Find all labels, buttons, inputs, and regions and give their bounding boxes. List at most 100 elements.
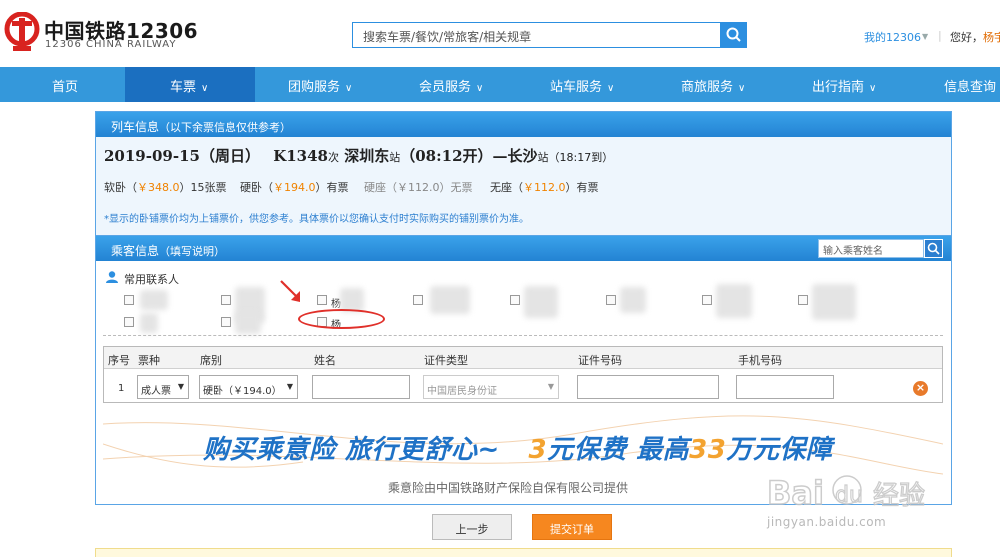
- seat-name: 软卧: [104, 181, 126, 194]
- contact-checkbox[interactable]: [702, 295, 712, 305]
- chevron-down-icon[interactable]: ▼: [922, 32, 928, 41]
- contact-checkbox[interactable]: [124, 317, 134, 327]
- seat-price: ￥112.0: [397, 181, 440, 194]
- contact-name-redacted: [140, 313, 158, 333]
- dropdown-arrow-icon: ▼: [177, 382, 184, 391]
- nav-home[interactable]: 首页: [52, 67, 78, 102]
- contact-checkbox[interactable]: [221, 317, 231, 327]
- contact-name-redacted: [620, 287, 646, 313]
- brand-name-en: 12306 CHINA RAILWAY: [45, 39, 177, 50]
- col-index: 序号: [108, 354, 130, 367]
- user-greeting: 您好，杨宇: [950, 29, 1000, 45]
- depart-time: （08:12开）: [400, 147, 493, 165]
- svg-text:经验: 经验: [873, 481, 925, 511]
- train-number: K1348: [273, 147, 328, 165]
- id-type-select[interactable]: 中国居民身份证 ▼: [423, 375, 559, 399]
- nav-business-label: 商旅服务: [681, 80, 734, 95]
- contact-name-redacted: [812, 284, 856, 320]
- headline-part: 元保费 最高: [547, 435, 690, 465]
- search-button[interactable]: [720, 22, 747, 48]
- chevron-down-icon: ∨: [738, 83, 746, 94]
- site-search-input[interactable]: 搜索车票/餐饮/常旅客/相关规章: [352, 22, 720, 48]
- nav-business-travel[interactable]: 商旅服务 ∨: [681, 67, 745, 102]
- seat-no-seat: 无座（￥112.0）有票: [490, 181, 599, 194]
- insurance-headline: 购买乘意险 旅行更舒心~ 3元保费 最高33万元保障: [203, 429, 832, 466]
- station-suffix: 站: [537, 151, 549, 164]
- nav-home-label: 首页: [52, 80, 79, 95]
- train-number-suffix: 次: [327, 151, 339, 164]
- nav-guide-label: 出行指南: [812, 80, 865, 95]
- panel-title-note: （以下余票信息仅供参考）: [159, 121, 292, 134]
- contact-checkbox[interactable]: [510, 295, 520, 305]
- submit-order-button[interactable]: 提交订单: [532, 514, 612, 540]
- arrive-time: （18:17到）: [548, 151, 614, 164]
- nav-group-service[interactable]: 团购服务 ∨: [288, 67, 352, 102]
- train-info-body: 2019-09-15（周日） K1348次 深圳东站（08:12开）—长沙站（1…: [96, 137, 951, 237]
- panel-title: 乘客信息: [111, 244, 160, 258]
- col-name: 姓名: [314, 354, 336, 367]
- contact-checkbox[interactable]: [606, 295, 616, 305]
- nav-station-service[interactable]: 站车服务 ∨: [550, 67, 614, 102]
- seat-price: ￥112.0: [523, 181, 566, 194]
- insurance-provider: 乘意险由中国铁路财产保险自保有限公司提供: [388, 481, 629, 495]
- nav-tickets[interactable]: 车票 ∨: [125, 67, 255, 102]
- main-nav: 首页 车票 ∨ 团购服务 ∨ 会员服务 ∨ 站车服务 ∨ 商旅服务 ∨ 出行指南 ∨ 信息查…: [0, 67, 1000, 102]
- my-account-link[interactable]: 我的12306: [864, 29, 921, 45]
- nav-travel-guide[interactable]: 出行指南 ∨: [812, 67, 876, 102]
- contact-name-redacted: [524, 286, 558, 318]
- seat-class-select[interactable]: 硬卧（￥194.0） ▼: [199, 375, 298, 399]
- contact-checkbox[interactable]: [221, 295, 231, 305]
- price-note: *显示的卧铺票价均为上铺票价，供您参考。具体票价以您确认支付时实际购买的铺别票价…: [104, 214, 529, 225]
- passenger-search-button[interactable]: [924, 239, 943, 258]
- ticket-type-select[interactable]: 成人票 ▼: [137, 375, 189, 399]
- seat-name: 硬座: [364, 181, 386, 194]
- headline-number: 33: [689, 435, 727, 465]
- contact-checkbox[interactable]: [317, 295, 327, 305]
- passenger-search-input[interactable]: 输入乘客姓名: [818, 239, 924, 258]
- seat-class-value: 硬卧（￥194.0）: [203, 386, 282, 397]
- nav-tickets-label: 车票: [170, 80, 197, 95]
- seat-availability: 无票: [450, 181, 473, 194]
- seat-hard-seat: 硬座（￥112.0）无票: [364, 181, 473, 194]
- chevron-down-icon: ∨: [201, 83, 209, 94]
- nav-info-query[interactable]: 信息查询: [944, 67, 996, 102]
- train-info-panel: 列车信息（以下余票信息仅供参考） 2019-09-15（周日） K1348次 深…: [95, 111, 952, 238]
- greeting-text: 您好，: [950, 31, 983, 44]
- china-railway-logo-icon[interactable]: [4, 12, 40, 52]
- delete-row-icon[interactable]: ×: [913, 381, 928, 396]
- section-divider: [103, 335, 943, 336]
- contact-name-redacted: [430, 286, 470, 314]
- contact-name-redacted: [235, 312, 261, 334]
- contact-checkbox[interactable]: [124, 295, 134, 305]
- prev-step-button[interactable]: 上一步: [432, 514, 512, 540]
- seat-hard-sleeper: 硬卧（￥194.0）有票: [240, 181, 349, 194]
- fill-instructions-link[interactable]: （填写说明）: [159, 245, 225, 258]
- seat-availability: 15张票: [190, 181, 227, 194]
- search-icon: [726, 27, 741, 42]
- passenger-name-input[interactable]: [312, 375, 410, 399]
- seat-name: 无座: [490, 181, 512, 194]
- headline-number: 3: [528, 435, 548, 465]
- headline-part: 购买乘意险 旅行更舒心~: [203, 435, 500, 465]
- svg-text:Bai: Bai: [767, 474, 824, 512]
- id-number-input[interactable]: [577, 375, 719, 399]
- contact-checkbox[interactable]: [798, 295, 808, 305]
- nav-member-service[interactable]: 会员服务 ∨: [419, 67, 483, 102]
- seat-soft-sleeper: 软卧（￥348.0）15张票: [104, 181, 227, 194]
- col-id-type: 证件类型: [424, 354, 468, 367]
- notice-bar: [95, 548, 952, 557]
- row-index: 1: [118, 383, 125, 394]
- user-name-link[interactable]: 杨宇: [983, 31, 1000, 44]
- ticket-type-value: 成人票: [141, 386, 171, 397]
- baidu-jingyan-watermark-icon: Bai du 经验: [766, 473, 925, 513]
- contact-checkbox[interactable]: [413, 295, 423, 305]
- to-station: 长沙: [507, 147, 538, 165]
- chevron-down-icon: ∨: [345, 83, 353, 94]
- passenger-info-header: 乘客信息（填写说明） 输入乘客姓名: [96, 236, 951, 261]
- station-suffix: 站: [389, 151, 401, 164]
- chevron-down-icon: ∨: [476, 83, 484, 94]
- travel-date: 2019-09-15（周日）: [104, 147, 260, 165]
- dropdown-arrow-icon: ▼: [547, 382, 554, 391]
- panel-title: 列车信息: [111, 120, 160, 134]
- phone-number-input[interactable]: [736, 375, 834, 399]
